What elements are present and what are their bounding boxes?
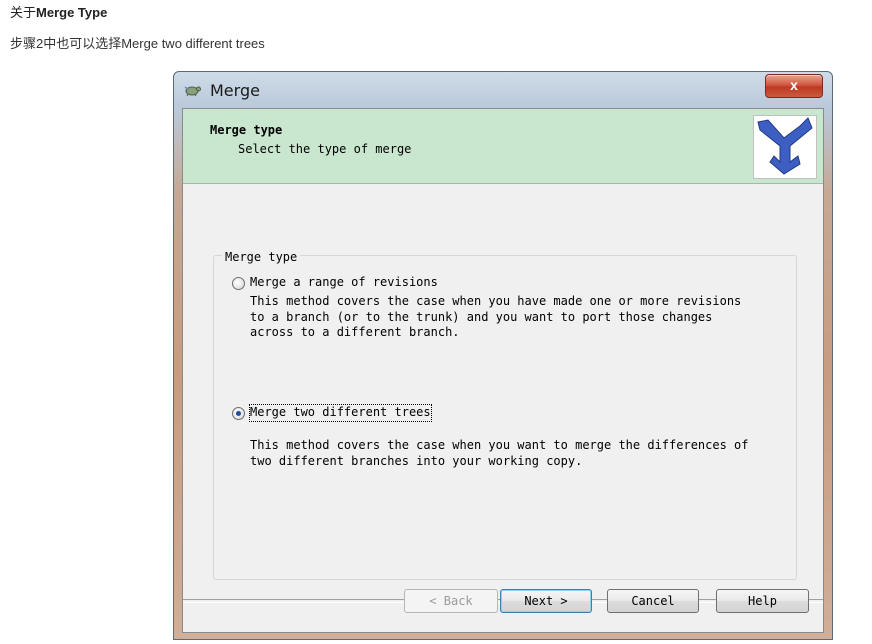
header-title: Merge type: [210, 123, 283, 137]
two-different-trees-description: This method covers the case when you wan…: [250, 438, 749, 468]
dialog-client-area: Merge type Select the type of merge Merg…: [182, 108, 824, 633]
title-bar[interactable]: Merge x: [174, 72, 832, 108]
wizard-header: Merge type Select the type of merge: [183, 109, 823, 184]
cancel-button[interactable]: Cancel: [607, 589, 699, 613]
close-button[interactable]: x: [765, 74, 823, 98]
help-button[interactable]: Help: [716, 589, 809, 613]
two-different-trees-radio[interactable]: [232, 407, 245, 420]
merge-type-group-label: Merge type: [222, 250, 301, 264]
next-button[interactable]: Next >: [500, 589, 592, 613]
range-of-revisions-label[interactable]: Merge a range of revisions: [250, 275, 438, 291]
heading-bold: Merge Type: [36, 5, 108, 20]
range-of-revisions-description: This method covers the case when you hav…: [250, 294, 742, 339]
merge-dialog-window: Merge x Merge type Select the type of me…: [173, 71, 833, 640]
article-text: 步骤2中也可以选择Merge two different trees: [10, 36, 265, 51]
back-button[interactable]: < Back: [404, 589, 498, 613]
window-title: Merge: [210, 81, 260, 100]
close-icon: x: [790, 77, 798, 93]
range-of-revisions-radio[interactable]: [232, 277, 245, 290]
tortoise-icon: [184, 86, 201, 97]
article-heading: 关于Merge Type: [10, 2, 107, 21]
header-subtitle: Select the type of merge: [238, 142, 412, 156]
two-different-trees-label[interactable]: Merge two different trees: [249, 404, 432, 422]
merge-arrow-icon: [753, 115, 817, 179]
heading-prefix: 关于: [10, 5, 37, 20]
